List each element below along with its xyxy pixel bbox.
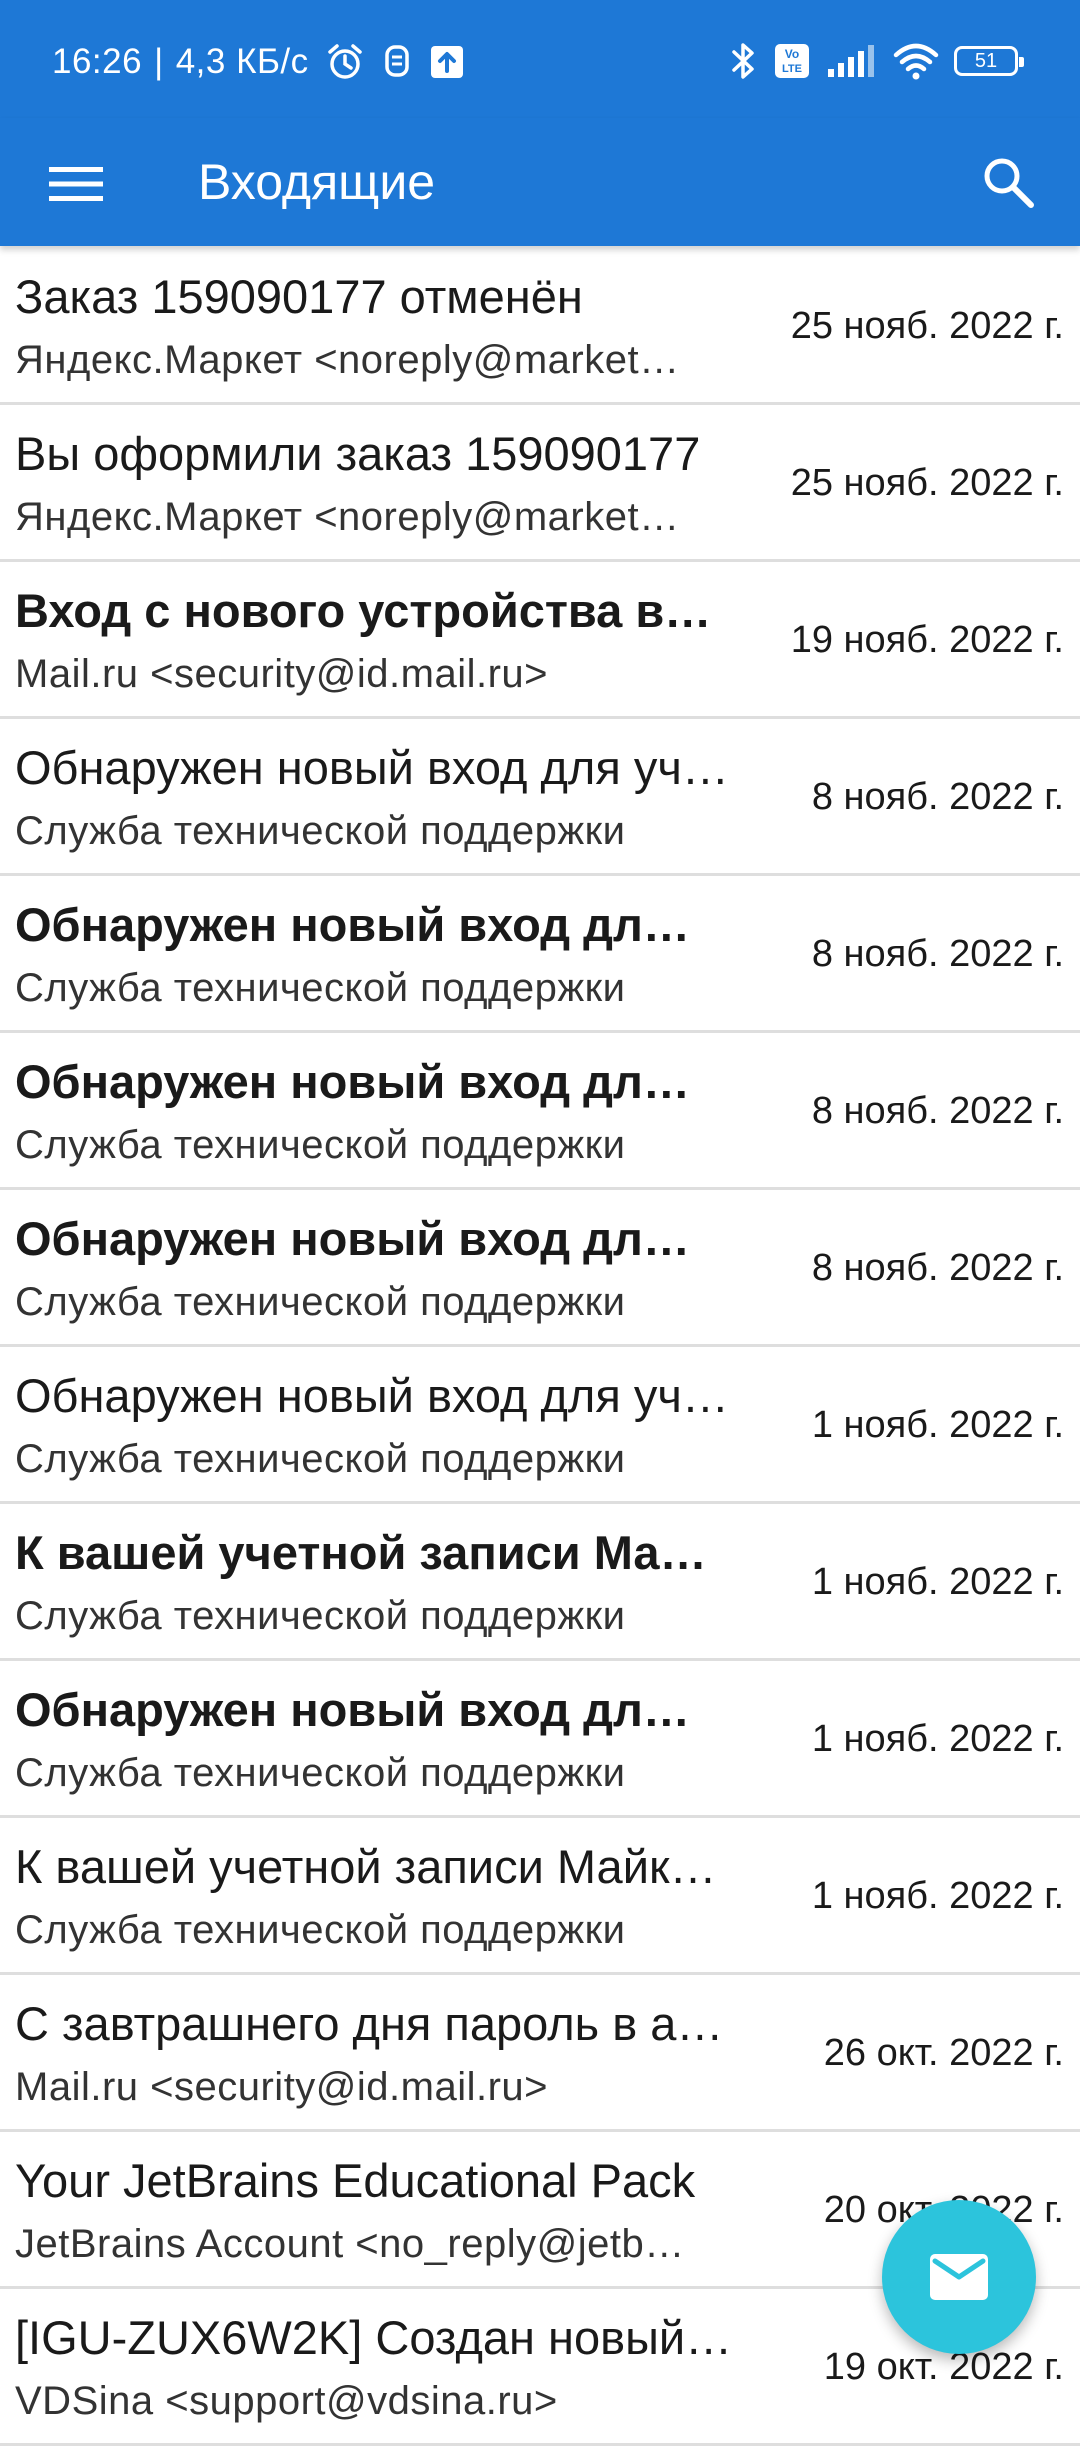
envelope-icon (930, 2254, 988, 2300)
message-sender: Служба технической поддержки (15, 1123, 626, 1167)
message-sender: Яндекс.Маркет <noreply@market.yandex.ru> (15, 338, 690, 382)
message-subject: [IGU-ZUX6W2K] Создан новый тикет (15, 2311, 735, 2364)
volte-icon: Vo LTE (774, 43, 810, 79)
message-date: 26 окт. 2022 г. (823, 2032, 1064, 2074)
message-sender: Служба технической поддержки (15, 1908, 626, 1952)
list-item[interactable]: Обнаружен новый вход для учетной записи С… (0, 1347, 1080, 1504)
svg-text:LTE: LTE (782, 63, 802, 75)
bluetooth-icon (728, 41, 758, 81)
message-sender: Mail.ru <security@id.mail.ru> (15, 652, 549, 696)
message-subject: Заказ 159090177 отменён (15, 270, 583, 323)
message-subject: К вашей учетной записи Майкрософт (15, 1840, 735, 1893)
message-date: 25 нояб. 2022 г. (790, 462, 1064, 504)
message-date: 1 нояб. 2022 г. (811, 1718, 1064, 1760)
message-sender: Служба технической поддержки (15, 1751, 626, 1795)
list-item[interactable]: Обнаружен новый вход для учетной записи С… (0, 1190, 1080, 1347)
notification-icon (381, 43, 413, 81)
message-date: 1 нояб. 2022 г. (811, 1875, 1064, 1917)
message-sender: Служба технической поддержки (15, 1594, 626, 1638)
hamburger-menu-icon (49, 167, 103, 201)
battery-icon: 51 (954, 46, 1024, 76)
message-sender: JetBrains Account <no_reply@jetbrains.co… (15, 2222, 690, 2266)
message-sender: Служба технической поддержки (15, 966, 626, 1010)
status-time: 16:26 (52, 42, 143, 81)
alarm-icon (325, 42, 365, 82)
status-net-speed: 4,3 КБ/с (175, 42, 309, 81)
message-sender: Служба технической поддержки (15, 809, 626, 853)
message-date: 8 нояб. 2022 г. (811, 1247, 1064, 1289)
status-bar: 16:26 | 4,3 КБ/с Vo LTE 51 (0, 0, 1080, 118)
app-bar: Входящие (0, 118, 1080, 246)
message-date: 8 нояб. 2022 г. (811, 1090, 1064, 1132)
message-subject: Your JetBrains Educational Pack (15, 2154, 696, 2207)
message-sender: Служба технической поддержки (15, 1437, 626, 1481)
message-subject: Вход с нового устройства в аккаунт (15, 584, 715, 637)
message-subject: Обнаружен новый вход для учетной записи (15, 1055, 715, 1108)
search-button[interactable] (968, 142, 1048, 222)
message-sender: Служба технической поддержки (15, 1280, 626, 1324)
list-item[interactable]: К вашей учетной записи Майкрософт Служба … (0, 1818, 1080, 1975)
message-subject: Обнаружен новый вход для учетной записи (15, 741, 735, 794)
message-date: 25 нояб. 2022 г. (790, 305, 1064, 347)
message-date: 8 нояб. 2022 г. (811, 933, 1064, 975)
message-sender: Яндекс.Маркет <noreply@market.yandex.ru> (15, 495, 690, 539)
menu-button[interactable] (40, 148, 112, 220)
status-left: 16:26 | 4,3 КБ/с (52, 38, 465, 86)
compose-button[interactable] (882, 2200, 1036, 2354)
wifi-icon (892, 41, 940, 81)
list-item[interactable]: Заказ 159090177 отменён Яндекс.Маркет <no… (0, 248, 1080, 405)
message-subject: Обнаружен новый вход для учетной записи (15, 1369, 735, 1422)
message-date: 19 нояб. 2022 г. (790, 619, 1064, 661)
message-sender: VDSina <support@vdsina.ru> (15, 2379, 558, 2423)
message-list: Заказ 159090177 отменён Яндекс.Маркет <no… (0, 248, 1080, 2446)
page-title: Входящие (198, 154, 436, 210)
message-subject: К вашей учетной записи Майкрософт (15, 1526, 715, 1579)
list-item[interactable]: Обнаружен новый вход для учетной записи С… (0, 1033, 1080, 1190)
list-item[interactable]: Обнаружен новый вход для учетной записи С… (0, 876, 1080, 1033)
search-icon (984, 158, 1034, 208)
battery-level: 51 (974, 49, 998, 72)
message-subject: Вы оформили заказ 159090177 (15, 427, 701, 480)
list-item[interactable]: Вы оформили заказ 159090177 Яндекс.Маркет… (0, 405, 1080, 562)
svg-text:Vo: Vo (785, 47, 799, 61)
list-item[interactable]: Вход с нового устройства в аккаунт Mail.r… (0, 562, 1080, 719)
message-date: 1 нояб. 2022 г. (811, 1561, 1064, 1603)
message-subject: Обнаружен новый вход для учетной записи (15, 1683, 715, 1736)
list-item[interactable]: С завтрашнего дня пароль в аккаунте Mail.… (0, 1975, 1080, 2132)
message-subject: С завтрашнего дня пароль в аккаунте (15, 1997, 735, 2050)
message-subject: Обнаружен новый вход для учетной записи (15, 898, 715, 951)
status-right: Vo LTE 51 (712, 36, 1024, 86)
message-subject: Обнаружен новый вход для учетной записи (15, 1212, 715, 1265)
list-item[interactable]: Обнаружен новый вход для учетной записи С… (0, 719, 1080, 876)
upload-icon (429, 44, 465, 80)
list-item[interactable]: К вашей учетной записи Майкрософт Служба … (0, 1504, 1080, 1661)
message-date: 1 нояб. 2022 г. (811, 1404, 1064, 1446)
list-item[interactable]: Обнаружен новый вход для учетной записи С… (0, 1661, 1080, 1818)
message-date: 8 нояб. 2022 г. (811, 776, 1064, 818)
message-sender: Mail.ru <security@id.mail.ru> (15, 2065, 549, 2109)
signal-icon (826, 43, 876, 79)
status-separator: | (154, 42, 164, 81)
